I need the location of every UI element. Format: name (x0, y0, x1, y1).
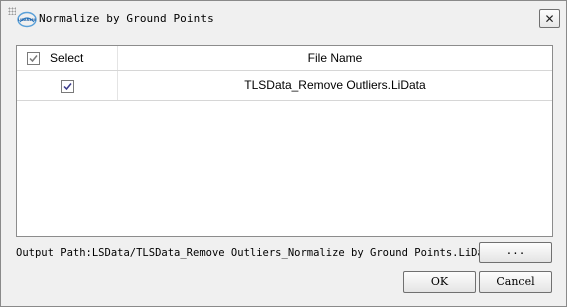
column-label-file-name: File Name (307, 51, 363, 65)
close-icon: ✕ (544, 11, 555, 26)
table-row[interactable]: TLSData_Remove Outliers.LiData (17, 71, 552, 101)
table-header: Select File Name (17, 46, 552, 71)
svg-text:LIDAR360: LIDAR360 (18, 18, 37, 22)
row-select-cell (17, 71, 118, 100)
title-bar[interactable]: LIDAR360 Normalize by Ground Points ✕ (1, 1, 566, 35)
row-checkbox[interactable] (61, 80, 74, 93)
dialog-window: LIDAR360 Normalize by Ground Points ✕ Se… (0, 0, 567, 307)
drag-grip-icon[interactable] (8, 7, 16, 15)
column-header-file-name[interactable]: File Name (118, 46, 552, 70)
window-title: Normalize by Ground Points (39, 12, 214, 25)
ok-button[interactable]: OK (403, 271, 476, 293)
cancel-button[interactable]: Cancel (479, 271, 552, 293)
close-button[interactable]: ✕ (539, 9, 560, 28)
column-label-select: Select (50, 51, 84, 65)
select-all-checkbox[interactable] (27, 52, 40, 65)
file-table: Select File Name TLSData_Remove Outliers… (16, 45, 553, 237)
checkmark-icon (63, 83, 72, 91)
app-logo: LIDAR360 (17, 11, 37, 28)
column-header-select[interactable]: Select (17, 46, 118, 70)
output-path-text: Output Path:LSData/TLSData_Remove Outlie… (16, 247, 496, 259)
output-path-value: LSData/TLSData_Remove Outliers_Normalize… (91, 247, 497, 259)
checkmark-icon (29, 55, 38, 63)
browse-button[interactable]: ... (479, 242, 552, 263)
row-file-name: TLSData_Remove Outliers.LiData (244, 78, 426, 92)
output-path-label: Output Path: (16, 247, 92, 259)
